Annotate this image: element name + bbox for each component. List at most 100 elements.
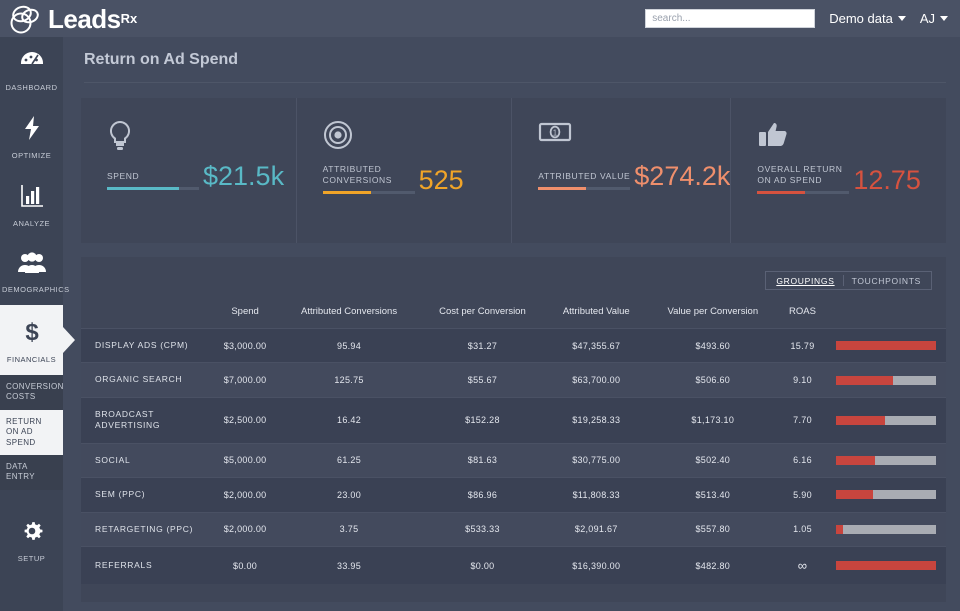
banknote-icon: 1 [538,120,730,154]
cell-attributed-conversions: 61.25 [337,455,362,466]
cell-attributed-value: $47,355.67 [572,340,621,351]
lightning-icon [2,116,61,145]
svg-text:$: $ [25,319,39,344]
kpi-attributed-conversions: ATTRIBUTED CONVERSIONS 525 [295,98,512,243]
thumbs-up-icon [757,120,946,154]
sidebar-subitem-return-on-ad-spend[interactable]: RETURN ON AD SPEND [0,409,63,455]
cell-spend: $3,000.00 [223,340,267,351]
top-bar: Leads Rx Demo data AJ [0,0,960,37]
search-input[interactable] [645,9,816,28]
cell-roas: 6.16 [793,455,812,466]
cell-cost-per-conversion: $0.00 [470,560,495,571]
cell-channel-name: SEM (PPC) [95,489,146,500]
brand-logo[interactable]: Leads Rx [0,4,137,34]
cell-roas-bar [826,478,946,512]
cell-attributed-conversions: 16.42 [337,415,362,426]
cell-cost-per-conversion: $86.96 [467,489,498,500]
sidebar-item-label: OPTIMIZE [11,151,52,160]
brand-name: Leads [48,3,121,34]
kpi-value: 525 [418,165,464,196]
sidebar-item-optimize[interactable]: OPTIMIZE [0,103,63,171]
kpi-progress-bar [107,186,199,190]
cell-cost-per-conversion: $152.28 [465,415,500,426]
cell-value-per-conversion: $557.80 [695,524,731,535]
sidebar-item-dashboard[interactable]: DASHBOARD [0,37,63,103]
column-header-attributed-conversions[interactable]: Attributed Conversions [279,300,419,328]
kpi-overall-roas: OVERALL RETURN ON AD SPEND 12.75 [730,98,946,243]
cell-roas-bar [826,547,946,585]
kpi-label: OVERALL RETURN ON AD SPEND [757,164,843,186]
toggle-touchpoints[interactable]: TOUCHPOINTS [844,276,929,286]
kpi-value: 12.75 [853,165,921,196]
sidebar-item-label: DASHBOARD [5,83,58,92]
cell-spend: $5,000.00 [223,455,267,466]
cell-value-per-conversion: $506.60 [695,375,731,386]
table-row[interactable]: REFERRALS $0.00 33.95 $0.00 $16,390.00 $482.8… [81,546,946,585]
sidebar-subitem-label: CONVERSION COSTS [6,382,64,402]
brand-suffix: Rx [120,11,138,26]
dataset-dropdown[interactable]: Demo data [829,11,906,26]
sidebar-item-label: SETUP [17,553,46,563]
dollar-icon: $ [2,318,61,349]
sidebar-item-demographics[interactable]: DEMOGRAPHICS [0,239,70,305]
bar-chart-icon [2,184,61,213]
user-dropdown-label: AJ [919,11,935,26]
roas-bar [836,561,936,571]
toggle-groupings[interactable]: GROUPINGS [768,276,842,286]
sidebar-item-setup[interactable]: SETUP [0,506,63,574]
table-row[interactable]: BROADCAST ADVERTISING $2,500.00 16.42 $152.… [81,397,946,444]
column-header-name[interactable] [81,300,211,328]
kpi-value: $21.5k [203,161,285,191]
kpi-attributed-value: 1 ATTRIBUTED VALUE $274.2k [511,98,730,243]
table-row[interactable]: ORGANIC SEARCH $7,000.00 125.75 $55.67 $63,7… [81,362,946,398]
kpi-label: ATTRIBUTED VALUE [538,171,631,182]
cell-roas-bar [826,328,946,362]
cell-attributed-value: $2,091.67 [574,524,618,535]
cell-roas-bar [826,512,946,546]
gauge-icon [2,50,61,77]
table-row[interactable]: SOCIAL $5,000.00 61.25 $81.63 $30,775.00 $502… [81,443,946,478]
sidebar-subitem-data-entry[interactable]: DATA ENTRY [0,454,63,490]
sidebar-item-label: DEMOGRAPHICS [2,285,70,294]
cell-roas-bar [826,363,946,397]
cell-attributed-value: $30,775.00 [572,455,621,466]
cell-spend: $7,000.00 [223,375,267,386]
cell-roas: 7.70 [793,415,812,426]
svg-text:1: 1 [553,129,558,138]
table-row[interactable]: SEM (PPC) $2,000.00 23.00 $86.96 $11,808.33 $… [81,477,946,513]
sidebar-item-label: FINANCIALS [6,355,57,364]
kpi-progress-bar [757,190,850,194]
cell-channel-name: SOCIAL [95,454,131,465]
cell-roas-bar [826,397,946,443]
kpi-label: SPEND [107,171,140,182]
cell-cost-per-conversion: $81.63 [467,455,498,466]
column-header-value-per-conversion[interactable]: Value per Conversion [647,300,779,328]
sidebar-subitem-label: DATA ENTRY [6,461,35,482]
table-row[interactable]: DISPLAY ADS (CPM) $3,000.00 95.94 $31.27 $47… [81,328,946,363]
column-header-roas[interactable]: ROAS [779,300,826,328]
cell-roas: 1.05 [793,524,812,535]
cell-cost-per-conversion: $55.67 [467,375,498,386]
user-dropdown[interactable]: AJ [920,11,948,26]
cell-value-per-conversion: $1,173.10 [691,415,735,426]
page-title: Return on Ad Spend [84,50,239,68]
column-header-spend[interactable]: Spend [211,300,279,328]
cell-value-per-conversion: $513.40 [695,489,731,500]
cell-roas: 15.79 [790,340,815,351]
kpi-spend: SPEND $21.5k [81,98,296,243]
sidebar-subitem-conversion-costs[interactable]: CONVERSION COSTS [0,375,63,410]
cell-spend: $2,000.00 [223,524,267,535]
kpi-value: $274.2k [634,161,731,191]
roas-bar [836,415,936,425]
sidebar-item-financials[interactable]: $ FINANCIALS [0,305,63,375]
cell-channel-name: ORGANIC SEARCH [95,374,183,385]
table-header-row: Spend Attributed Conversions Cost per Co… [81,300,946,328]
gear-icon [2,519,61,548]
column-header-roas-bar [826,300,946,328]
column-header-cost-per-conversion[interactable]: Cost per Conversion [419,300,546,328]
sidebar-item-analyze[interactable]: ANALYZE [0,171,63,239]
table-row[interactable]: RETARGETING (PPC) $2,000.00 3.75 $533.33 $2,… [81,512,946,547]
sidebar-subitem-label: RETURN ON AD SPEND [6,416,42,447]
column-header-attributed-value[interactable]: Attributed Value [546,300,647,328]
main-content: Return on Ad Spend SPEND $21.5k ATTRIBUT… [63,37,960,611]
